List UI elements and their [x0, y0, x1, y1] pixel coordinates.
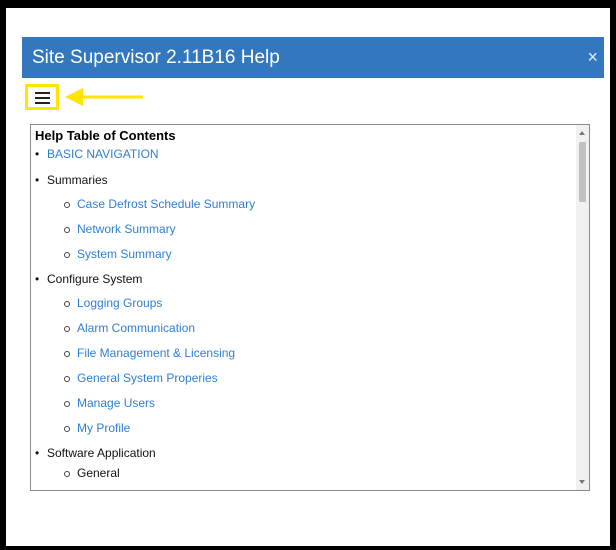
toc-item-logging-groups[interactable]: Logging Groups	[47, 295, 573, 311]
toc-item-network-summary[interactable]: Network Summary	[47, 221, 573, 237]
toc-item-label[interactable]: Network Summary	[77, 222, 176, 236]
toc-list: BASIC NAVIGATION Summaries Case Defrost …	[35, 146, 573, 481]
toc-item-label[interactable]: File Management & Licensing	[77, 346, 235, 360]
toc-item-alarm-communication[interactable]: Alarm Communication	[47, 320, 573, 336]
toc-section-summaries: Summaries Case Defrost Schedule Summary …	[35, 172, 573, 262]
toc-item-basic-navigation[interactable]: BASIC NAVIGATION	[35, 146, 573, 162]
toc-item-label[interactable]: My Profile	[77, 421, 130, 435]
toc-section-label: Configure System	[47, 272, 143, 286]
scroll-thumb[interactable]	[579, 142, 586, 202]
toc-item-label[interactable]: General System Properies	[77, 371, 218, 385]
scroll-up-arrow-icon[interactable]	[579, 131, 585, 135]
scroll-down-arrow-icon[interactable]	[579, 480, 585, 484]
hamburger-menu-icon-bar	[35, 97, 50, 99]
help-title: Site Supervisor 2.11B16 Help	[32, 47, 280, 68]
toc-sublist: General	[47, 465, 573, 481]
toc-panel: Help Table of Contents BASIC NAVIGATION …	[30, 124, 590, 491]
toc-item-label[interactable]: General	[77, 466, 120, 480]
hamburger-menu-icon-bar	[35, 102, 50, 104]
toc-section-label: Software Application	[47, 446, 156, 460]
toc-heading: Help Table of Contents	[35, 128, 176, 143]
toc-item-general[interactable]: General	[47, 465, 573, 481]
toc-item-case-defrost-schedule-summary[interactable]: Case Defrost Schedule Summary	[47, 196, 573, 212]
toc-scrollbar[interactable]	[576, 125, 589, 490]
toc-content: Help Table of Contents BASIC NAVIGATION …	[35, 129, 573, 490]
toc-item-label[interactable]: Alarm Communication	[77, 321, 195, 335]
toc-item-label[interactable]: System Summary	[77, 247, 172, 261]
hamburger-menu-button[interactable]	[25, 84, 59, 110]
toc-item-label[interactable]: Case Defrost Schedule Summary	[77, 197, 255, 211]
toc-sublist: Case Defrost Schedule Summary Network Su…	[47, 196, 573, 262]
toc-item-label[interactable]: BASIC NAVIGATION	[47, 147, 159, 161]
toc-item-my-profile[interactable]: My Profile	[47, 420, 573, 436]
toc-item-manage-users[interactable]: Manage Users	[47, 395, 573, 411]
toc-section-configure-system: Configure System Logging Groups Alarm Co…	[35, 271, 573, 436]
pointer-arrow-icon	[65, 88, 143, 106]
toc-sublist: Logging Groups Alarm Communication File …	[47, 295, 573, 436]
close-icon[interactable]: ×	[587, 46, 598, 68]
toc-item-label[interactable]: Manage Users	[77, 396, 155, 410]
toc-item-system-summary[interactable]: System Summary	[47, 246, 573, 262]
toc-item-file-management-licensing[interactable]: File Management & Licensing	[47, 345, 573, 361]
toc-section-label: Summaries	[47, 173, 108, 187]
toc-item-general-system-properies[interactable]: General System Properies	[47, 370, 573, 386]
toc-item-label[interactable]: Logging Groups	[77, 296, 162, 310]
hamburger-menu-icon-bar	[35, 92, 50, 94]
toc-section-software-application: Software Application General	[35, 445, 573, 481]
help-header: Site Supervisor 2.11B16 Help ×	[22, 37, 604, 78]
